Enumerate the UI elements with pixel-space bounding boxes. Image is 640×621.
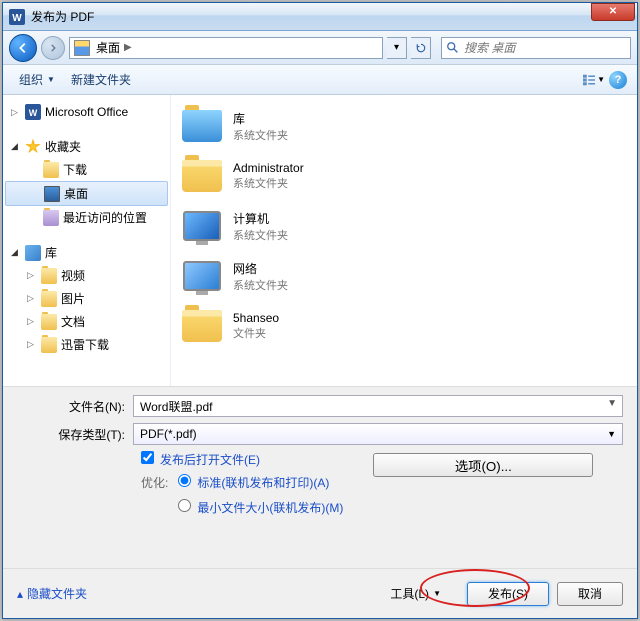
sidebar-item-xunlei[interactable]: ▷ 迅雷下载 [3,333,170,356]
sidebar: ▷ W Microsoft Office ◢ 收藏夹 下载 桌面 最近访问的位置 [3,95,171,386]
toolbar: 组织 ▼ 新建文件夹 ▼ ? [3,65,637,95]
expand-icon: ▷ [11,107,21,118]
recent-icon [43,210,59,226]
folder-icon [41,291,57,307]
star-icon [25,139,41,155]
svg-text:W: W [29,108,38,118]
address-dropdown[interactable]: ▾ [387,37,407,59]
sidebar-item-recent[interactable]: 最近访问的位置 [3,206,170,229]
publish-button[interactable]: 发布(S) [467,582,549,606]
network-icon [181,255,223,297]
collapse-icon: ◢ [11,247,21,258]
breadcrumb-arrow-icon: ▶ [124,42,132,53]
back-button[interactable] [9,34,37,62]
collapse-icon: ◢ [11,141,21,152]
library-icon [181,105,223,147]
filetype-label: 保存类型(T): [17,426,133,443]
new-folder-button[interactable]: 新建文件夹 [63,67,139,92]
expand-icon: ▷ [27,339,37,350]
help-icon: ? [609,71,627,89]
navigation-bar: 桌面 ▶ ▾ [3,31,637,65]
dialog-window: W 发布为 PDF ✕ 桌面 ▶ ▾ 组织 ▼ [2,2,638,619]
folder-icon [41,337,57,353]
chevron-down-icon: ▼ [597,75,605,84]
word-app-icon: W [9,9,25,25]
save-form: 文件名(N): ▼ 保存类型(T): PDF(*.pdf) ▼ 发布后打开文件(… [3,387,637,524]
word-icon: W [25,104,41,120]
chevron-up-icon: ▴ [17,587,23,601]
list-item[interactable]: 库系统文件夹 [181,101,627,151]
window-title: 发布为 PDF [31,8,591,25]
sidebar-item-documents[interactable]: ▷ 文档 [3,310,170,333]
forward-button[interactable] [41,36,65,60]
titlebar: W 发布为 PDF ✕ [3,3,637,31]
optimize-label: 优化: [141,474,168,516]
list-item[interactable]: Administrator系统文件夹 [181,151,627,201]
sidebar-item-library[interactable]: ◢ 库 [3,241,170,264]
optimize-standard-radio[interactable]: 标准(联机发布和打印)(A) [178,474,343,491]
search-icon [446,41,460,55]
search-box[interactable] [441,37,631,59]
search-input[interactable] [464,41,626,55]
sidebar-item-favorites[interactable]: ◢ 收藏夹 [3,135,170,158]
expand-icon: ▷ [27,293,37,304]
sidebar-item-msoffice[interactable]: ▷ W Microsoft Office [3,101,170,123]
svg-text:W: W [12,13,22,24]
folder-icon [43,162,59,178]
user-folder-icon [181,155,223,197]
desktop-icon [44,186,60,202]
list-item[interactable]: 网络系统文件夹 [181,251,627,301]
footer: ▴ 隐藏文件夹 工具(L) ▼ 发布(S) 取消 [3,568,637,618]
expand-icon: ▷ [27,270,37,281]
sidebar-item-pictures[interactable]: ▷ 图片 [3,287,170,310]
list-item[interactable]: 5hanseo文件夹 [181,301,627,351]
refresh-button[interactable] [411,37,431,59]
folder-icon [41,314,57,330]
sidebar-item-videos[interactable]: ▷ 视频 [3,264,170,287]
optimize-minsize-radio[interactable]: 最小文件大小(联机发布)(M) [178,499,343,516]
hide-folders-link[interactable]: ▴ 隐藏文件夹 [17,585,87,602]
filename-label: 文件名(N): [17,398,133,415]
tools-dropdown[interactable]: 工具(L) ▼ [390,585,441,602]
cancel-button[interactable]: 取消 [557,582,623,606]
list-item[interactable]: 计算机系统文件夹 [181,201,627,251]
chevron-down-icon[interactable]: ▼ [607,398,617,409]
computer-icon [181,205,223,247]
close-button[interactable]: ✕ [591,3,635,21]
desktop-icon [74,40,90,56]
chevron-down-icon: ▼ [607,429,616,439]
chevron-down-icon: ▼ [47,75,55,84]
view-mode-button[interactable]: ▼ [583,69,605,91]
chevron-down-icon: ▼ [433,589,441,598]
sidebar-item-desktop[interactable]: 桌面 [5,181,168,206]
close-icon: ✕ [609,6,617,17]
folder-icon [41,268,57,284]
options-button[interactable]: 选项(O)... [373,453,593,477]
sidebar-item-downloads[interactable]: 下载 [3,158,170,181]
filetype-select[interactable]: PDF(*.pdf) ▼ [133,423,623,445]
expand-icon: ▷ [27,316,37,327]
library-icon [25,245,41,261]
filename-input[interactable] [133,395,623,417]
address-bar[interactable]: 桌面 ▶ [69,37,383,59]
help-button[interactable]: ? [607,69,629,91]
folder-icon [181,305,223,347]
organize-button[interactable]: 组织 ▼ [11,67,63,92]
location-text: 桌面 [96,39,120,56]
file-list: 库系统文件夹 Administrator系统文件夹 计算机系统文件夹 网络系统文… [171,95,637,386]
open-after-checkbox[interactable]: 发布后打开文件(E) [141,451,343,468]
main-area: ▷ W Microsoft Office ◢ 收藏夹 下载 桌面 最近访问的位置 [3,95,637,387]
